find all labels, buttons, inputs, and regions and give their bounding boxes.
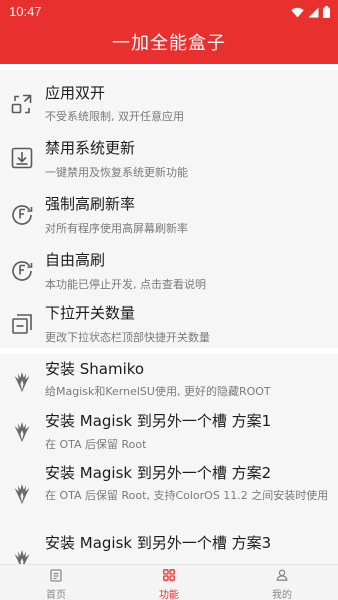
home-doc-icon [50,569,62,582]
status-time: 10:47 [9,4,42,19]
signal-icon [308,7,319,17]
magisk-icon [14,550,30,564]
refresh-rate-icon [12,261,33,281]
wifi-icon [291,7,304,17]
item-title: 应用双开 [45,84,106,102]
download-box-icon [11,147,33,169]
nav-features[interactable]: 功能 [113,565,225,600]
item-title: 安装 Magisk 到另外一个槽 方案3 [45,534,272,552]
item-title: 安装 Magisk 到另外一个槽 方案2 [45,464,272,482]
nav-label: 功能 [159,590,179,600]
item-subtitle: 不受系统限制, 双开任意应用 [45,110,184,123]
status-bar: 10:47 [0,0,338,24]
list-item-magisk-slot-1[interactable]: 安装 Magisk 到另外一个槽 方案1 在 OTA 后保留 Root [0,406,338,458]
list-item-dual-app[interactable]: 应用双开 不受系统限制, 双开任意应用 [0,70,338,126]
bottom-nav: 首页 功能 我的 [0,564,338,600]
list-item-disable-update[interactable]: 禁用系统更新 一键禁用及恢复系统更新功能 [0,126,338,182]
app-bar: 一加全能盒子 [0,24,338,64]
quick-tiles-icon [12,314,32,334]
item-title: 安装 Magisk 到另外一个槽 方案1 [45,412,272,430]
list-item-magisk-slot-3[interactable]: 安装 Magisk 到另外一个槽 方案3 [0,528,338,564]
person-icon [276,569,288,581]
magisk-icon [14,484,30,504]
item-title: 安装 Shamiko [45,360,145,378]
system-features-card: 应用双开 不受系统限制, 双开任意应用 禁用系统更新 一键禁用及恢复系统更新功能… [0,70,338,348]
item-subtitle: 在 OTA 后保留 Root, 支持ColorOS 11.2 之间安装时使用 [45,489,329,502]
list-item-shamiko[interactable]: 安装 Shamiko 给Magisk和KernelSU使用, 更好的隐藏ROOT [0,354,338,406]
dual-app-icon [11,94,32,114]
item-title: 强制高刷新率 [45,195,136,213]
item-subtitle: 本功能已停止开发, 点击查看说明 [45,278,206,291]
item-title: 下拉开关数量 [45,304,136,322]
item-subtitle: 在 OTA 后保留 Root [45,438,147,451]
app-title: 一加全能盒子 [112,33,226,54]
item-subtitle: 给Magisk和KernelSU使用, 更好的隐藏ROOT [45,385,271,398]
item-title: 禁用系统更新 [45,139,136,157]
grid-icon [163,569,175,581]
item-subtitle: 更改下拉状态栏顶部快捷开关数量 [45,331,210,344]
nav-label: 我的 [272,590,292,600]
nav-label: 首页 [46,590,66,600]
magisk-icon [14,372,30,392]
item-subtitle: 对所有程序使用高屏幕刷新率 [45,222,188,235]
list-item-free-refresh[interactable]: 自由高刷 本功能已停止开发, 点击查看说明 [0,238,338,294]
battery-icon [323,6,330,18]
nav-home[interactable]: 首页 [0,565,112,600]
magisk-icon [14,422,30,442]
refresh-rate-icon [12,205,33,225]
item-subtitle: 一键禁用及恢复系统更新功能 [45,166,188,179]
status-icons [291,5,330,19]
main-content[interactable]: 应用双开 不受系统限制, 双开任意应用 禁用系统更新 一键禁用及恢复系统更新功能… [0,64,338,564]
magisk-card: 安装 Shamiko 给Magisk和KernelSU使用, 更好的隐藏ROOT… [0,354,338,564]
list-item-magisk-slot-2[interactable]: 安装 Magisk 到另外一个槽 方案2 在 OTA 后保留 Root, 支持C… [0,458,338,528]
list-item-quick-tiles[interactable]: 下拉开关数量 更改下拉状态栏顶部快捷开关数量 [0,294,338,350]
item-title: 自由高刷 [45,251,106,269]
nav-profile[interactable]: 我的 [226,565,338,600]
list-item-force-refresh[interactable]: 强制高刷新率 对所有程序使用高屏幕刷新率 [0,182,338,238]
